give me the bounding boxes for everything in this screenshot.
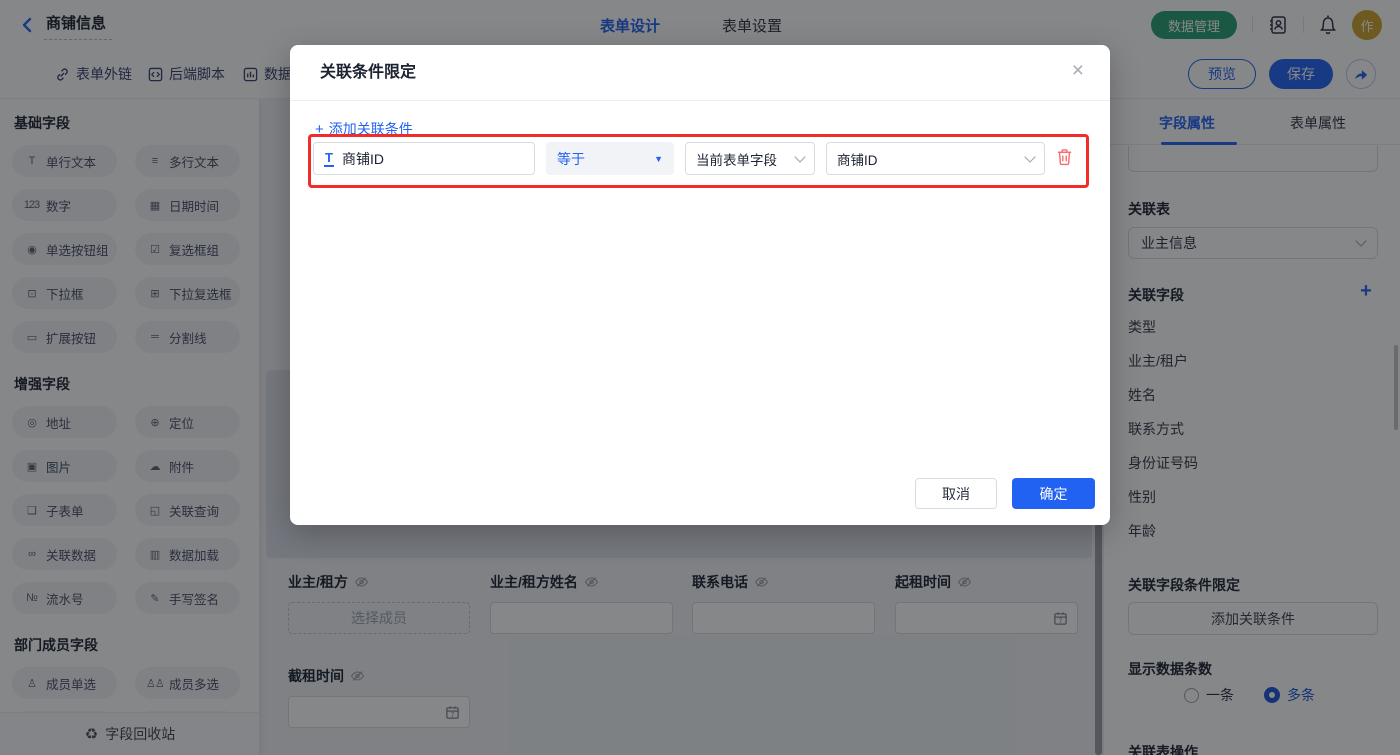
chevron-down-icon <box>794 151 805 162</box>
add-condition-link[interactable]: +添加关联条件 <box>315 119 413 139</box>
condition-limit-dialog: 关联条件限定 × +添加关联条件 T 商铺ID 等于 ▼ 当前表单字段 商铺ID… <box>290 45 1110 525</box>
close-icon[interactable]: × <box>1072 60 1084 81</box>
condition-source-select[interactable]: 当前表单字段 <box>685 142 815 175</box>
chevron-down-icon <box>1024 151 1035 162</box>
dialog-header: 关联条件限定 × <box>290 45 1110 101</box>
caret-down-icon: ▼ <box>654 154 663 164</box>
condition-value-select[interactable]: 商铺ID <box>826 142 1045 175</box>
text-field-icon: T <box>324 151 334 167</box>
condition-operator-select[interactable]: 等于 ▼ <box>546 142 674 175</box>
cancel-button[interactable]: 取消 <box>915 478 997 509</box>
delete-condition-button[interactable] <box>1056 148 1073 166</box>
condition-field-input[interactable]: T 商铺ID <box>313 142 535 175</box>
trash-icon <box>1056 148 1073 166</box>
plus-icon: + <box>315 121 324 138</box>
app-root: 商铺信息 表单设计 表单设置 数据管理 作 表单外链 后端脚本 <box>0 0 1400 755</box>
confirm-button[interactable]: 确定 <box>1012 478 1095 509</box>
dialog-title: 关联条件限定 <box>320 45 416 101</box>
